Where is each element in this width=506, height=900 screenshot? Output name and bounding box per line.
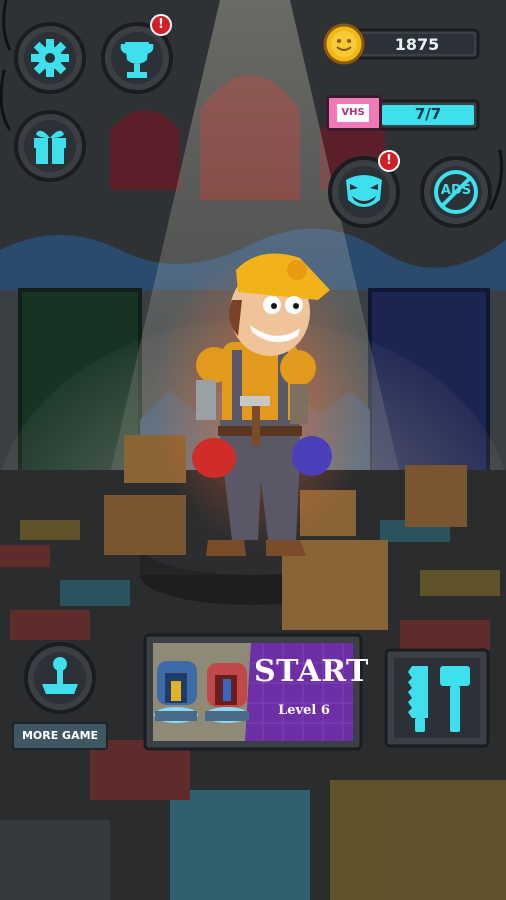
no-ads-button[interactable]: ADS xyxy=(418,154,494,230)
gift-button[interactable] xyxy=(12,108,88,184)
vhs-counter: VHS 7/7 xyxy=(322,95,482,131)
monster-alert-badge: ! xyxy=(378,150,400,172)
vhs-icon: VHS xyxy=(326,95,382,131)
saw-hammer-icon xyxy=(384,648,490,748)
trophy-alert-badge: ! xyxy=(150,14,172,36)
settings-button[interactable] xyxy=(12,20,88,96)
tools-button[interactable] xyxy=(384,648,490,748)
joystick-icon xyxy=(24,642,96,714)
level-label: Level 6 xyxy=(278,703,330,718)
ads-label: ADS xyxy=(440,183,472,198)
vhs-count: 7/7 xyxy=(414,105,442,123)
coin-icon xyxy=(323,23,365,65)
game-screen: ! 1875 VHS 7/7 ! ADS MORE GAME START Lev… xyxy=(0,0,506,900)
gear-icon xyxy=(14,22,86,94)
vhs-label: VHS xyxy=(337,104,369,122)
level-preview-right xyxy=(205,663,249,723)
more-game-label[interactable]: MORE GAME xyxy=(12,722,108,750)
gift-icon xyxy=(14,110,86,182)
coin-counter: 1875 xyxy=(322,23,482,65)
start-label[interactable]: START xyxy=(254,654,368,689)
level-preview-left xyxy=(154,661,198,723)
start-button[interactable] xyxy=(143,633,363,751)
coin-amount: 1875 xyxy=(394,35,440,54)
